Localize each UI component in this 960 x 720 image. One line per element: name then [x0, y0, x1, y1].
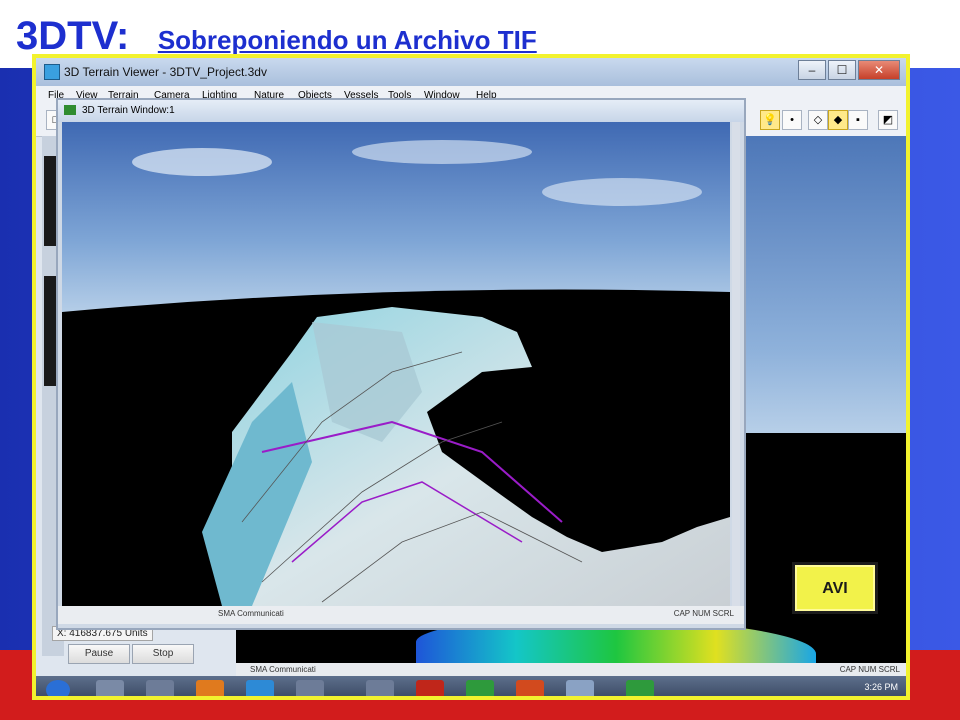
- taskbar-app-icon[interactable]: [626, 680, 654, 696]
- cloud: [132, 148, 272, 176]
- taskbar-app-icon[interactable]: [566, 680, 594, 696]
- taskbar-app-icon[interactable]: [246, 680, 274, 696]
- cloud: [542, 178, 702, 206]
- background-statusbar: SMA Communicati CAP NUM SCRL: [236, 663, 906, 677]
- terrain-window-icon: [64, 105, 76, 115]
- terrain-window[interactable]: 3D Terrain Window:1 SMA Communicati CAP …: [56, 98, 746, 630]
- terrain-3d-viewport[interactable]: [62, 122, 730, 606]
- taskbar-app-icon[interactable]: [366, 680, 394, 696]
- window-controls: – ☐ ✕: [798, 60, 900, 80]
- browser-icon[interactable]: [196, 680, 224, 696]
- app-window-title: 3D Terrain Viewer - 3DTV_Project.3dv: [64, 65, 267, 79]
- terrain-window-title: 3D Terrain Window:1: [82, 105, 175, 116]
- app-titlebar: 3D Terrain Viewer - 3DTV_Project.3dv – ☐…: [36, 58, 906, 86]
- stop-button[interactable]: Stop: [132, 644, 194, 664]
- status-indicators: CAP NUM SCRL: [673, 609, 734, 618]
- slide-title-main: 3DTV:: [16, 14, 130, 58]
- minimize-button[interactable]: –: [798, 60, 826, 80]
- terrain-scene: [62, 122, 730, 606]
- windows-taskbar: 3:26 PM: [36, 676, 906, 696]
- terrain-window-titlebar: 3D Terrain Window:1: [58, 100, 744, 122]
- presentation-icon[interactable]: [516, 680, 544, 696]
- status-comm: SMA Communicati: [218, 609, 284, 618]
- screen-icon[interactable]: ▪: [848, 110, 868, 130]
- maximize-button[interactable]: ☐: [828, 60, 856, 80]
- terrain-window-statusbar: SMA Communicati CAP NUM SCRL: [58, 606, 744, 624]
- flag-icon[interactable]: ◆: [828, 110, 848, 130]
- slide-title: 3DTV: Sobreponiendo un Archivo TIF: [16, 14, 537, 59]
- terrain-icon[interactable]: ◩: [878, 110, 898, 130]
- close-button[interactable]: ✕: [858, 60, 900, 80]
- slide-title-subtitle: Sobreponiendo un Archivo TIF: [157, 25, 537, 55]
- bg-status-right: CAP NUM SCRL: [839, 665, 900, 674]
- terrain-window-scrollbar[interactable]: [732, 122, 740, 606]
- app-icon: [44, 64, 60, 80]
- avi-button[interactable]: AVI: [792, 562, 878, 614]
- taskbar-app-icon[interactable]: [416, 680, 444, 696]
- taskbar-app-icon[interactable]: [96, 680, 124, 696]
- application-screenshot: 3D Terrain Viewer - 3DTV_Project.3dv – ☐…: [32, 54, 910, 700]
- taskbar-app-icon[interactable]: [296, 680, 324, 696]
- cloud: [352, 140, 532, 164]
- shield-icon[interactable]: ◇: [808, 110, 828, 130]
- start-button-icon[interactable]: [46, 680, 70, 696]
- bg-status-comm: SMA Communicati: [250, 665, 316, 674]
- lighting-icon[interactable]: •: [782, 110, 802, 130]
- pause-button[interactable]: Pause: [68, 644, 130, 664]
- light-bulb-icon[interactable]: 💡: [760, 110, 780, 130]
- spreadsheet-icon[interactable]: [466, 680, 494, 696]
- taskbar-app-icon[interactable]: [146, 680, 174, 696]
- system-clock: 3:26 PM: [864, 682, 898, 692]
